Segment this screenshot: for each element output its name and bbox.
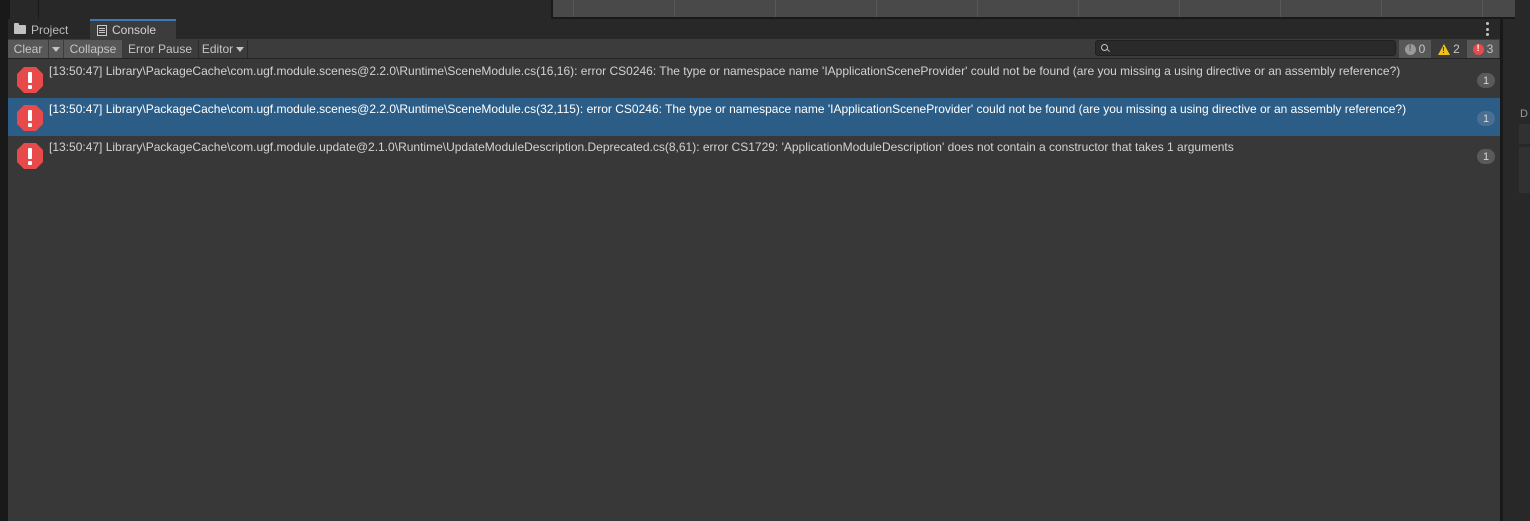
info-icon	[1404, 43, 1416, 55]
tab-project[interactable]: Project	[14, 20, 68, 39]
kebab-dot	[1485, 33, 1489, 36]
tab-bar: Project Console	[8, 19, 1500, 39]
inspector-label-partial: D	[1520, 108, 1528, 120]
log-entry[interactable]: [13:50:47] Library\PackageCache\com.ugf.…	[8, 136, 1500, 174]
grid-line	[775, 0, 776, 17]
tab-project-label: Project	[31, 22, 69, 37]
grid-line	[674, 0, 675, 17]
grid-line	[1482, 0, 1483, 17]
grid-line	[876, 0, 877, 17]
top-right-pane	[1515, 0, 1530, 19]
chevron-down-icon	[236, 46, 245, 52]
tab-console[interactable]: Console	[90, 19, 176, 39]
clear-button[interactable]: Clear	[8, 40, 48, 58]
error-pause-toggle[interactable]: Error Pause	[124, 40, 196, 58]
log-count-badge: 1	[1477, 149, 1495, 164]
kebab-dot	[1485, 27, 1489, 31]
grid-line	[1078, 0, 1079, 17]
grid-line	[1280, 0, 1281, 17]
warning-count: 2	[1453, 42, 1460, 56]
grid-line	[1381, 0, 1382, 17]
kebab-dot	[1485, 22, 1489, 25]
inspector-field-partial	[1519, 124, 1530, 144]
folder-icon	[14, 23, 26, 34]
error-icon	[17, 67, 43, 93]
search-field[interactable]	[1095, 40, 1396, 56]
grid-line	[573, 0, 574, 17]
log-count-badge: 1	[1477, 73, 1495, 88]
top-left-pane	[10, 0, 38, 19]
warning-filter-toggle[interactable]: 2	[1433, 40, 1465, 58]
search-input[interactable]	[1112, 41, 1392, 55]
panel-menu-button[interactable]	[1482, 22, 1492, 36]
tab-console-label: Console	[112, 23, 157, 37]
clear-options-dropdown[interactable]	[48, 40, 63, 58]
collapse-toggle[interactable]: Collapse	[64, 40, 122, 58]
log-message: [13:50:47] Library\PackageCache\com.ugf.…	[49, 102, 1407, 116]
error-filter-toggle[interactable]: 3	[1467, 40, 1499, 58]
hierarchy-pane-edge	[39, 0, 551, 19]
search-icon	[1101, 44, 1108, 51]
editor-dropdown-label: Editor	[201, 42, 234, 56]
error-count: 3	[1486, 42, 1494, 56]
chevron-down-icon	[52, 46, 60, 52]
log-list: [13:50:47] Library\PackageCache\com.ugf.…	[8, 60, 1500, 174]
console-panel: Project Console Clear Collapse Error Pau…	[8, 19, 1500, 521]
unity-editor: Project Console Clear Collapse Error Pau…	[0, 0, 1530, 521]
log-entry-selected[interactable]: [13:50:47] Library\PackageCache\com.ugf.…	[8, 98, 1500, 136]
log-message: [13:50:47] Library\PackageCache\com.ugf.…	[49, 64, 1401, 78]
error-icon	[1472, 43, 1484, 55]
log-entry[interactable]: [13:50:47] Library\PackageCache\com.ugf.…	[8, 60, 1500, 98]
info-filter-toggle[interactable]: 0	[1399, 40, 1431, 58]
warning-icon	[1438, 43, 1451, 55]
inspector-pane-edge	[1503, 19, 1530, 521]
log-message: [13:50:47] Library\PackageCache\com.ugf.…	[49, 140, 1234, 154]
info-count: 0	[1418, 42, 1426, 56]
grid-line	[1179, 0, 1180, 17]
inspector-field-partial	[1519, 147, 1530, 193]
scene-view-edge[interactable]	[553, 0, 1515, 17]
left-edge	[0, 19, 8, 521]
error-icon	[17, 143, 43, 169]
console-icon	[97, 24, 107, 36]
console-toolbar: Clear Collapse Error Pause Editor 0 2	[8, 39, 1500, 59]
grid-line	[977, 0, 978, 17]
log-count-badge: 1	[1477, 111, 1495, 126]
error-icon	[17, 105, 43, 131]
editor-dropdown[interactable]: Editor	[198, 40, 248, 58]
